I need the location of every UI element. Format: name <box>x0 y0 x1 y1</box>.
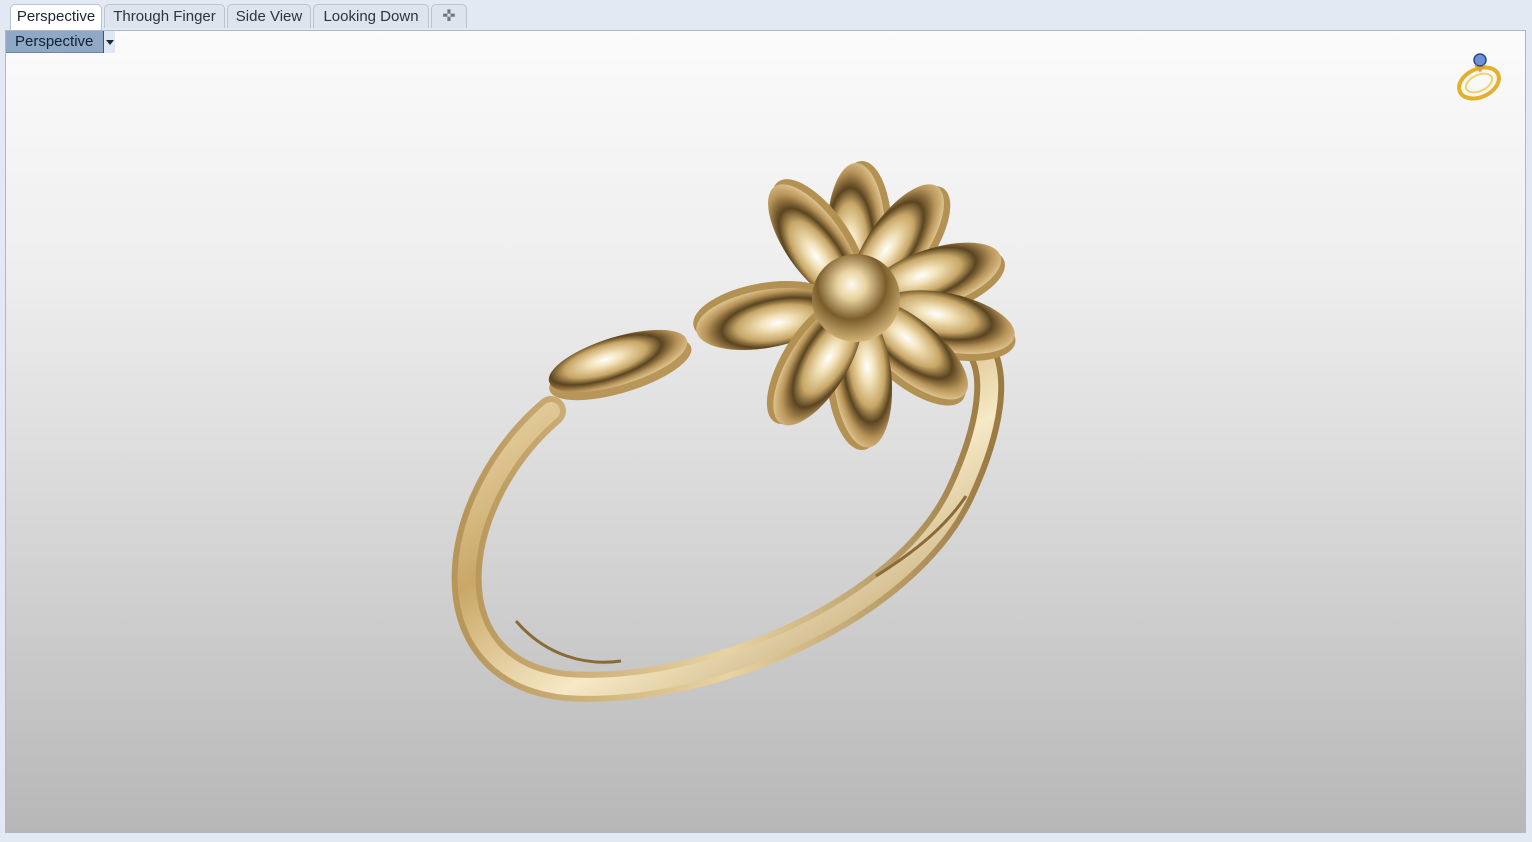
flower-center-bead <box>812 254 900 342</box>
plus-icon: ✜ <box>442 8 456 25</box>
viewport-tab-bar: Perspective Through Finger Side View Loo… <box>0 0 1532 30</box>
tab-looking-down[interactable]: Looking Down <box>313 4 429 28</box>
add-viewport-tab-button[interactable]: ✜ <box>431 4 467 28</box>
perspective-viewport[interactable]: Perspective <box>5 30 1526 833</box>
ring-3d-model[interactable] <box>6 31 1526 833</box>
ring-band <box>451 336 1005 702</box>
tab-perspective[interactable]: Perspective <box>10 4 102 30</box>
band-end-petal <box>548 329 692 401</box>
tab-through-finger[interactable]: Through Finger <box>104 4 225 28</box>
tab-side-view[interactable]: Side View <box>227 4 311 28</box>
ring-icon[interactable] <box>1449 51 1505 103</box>
